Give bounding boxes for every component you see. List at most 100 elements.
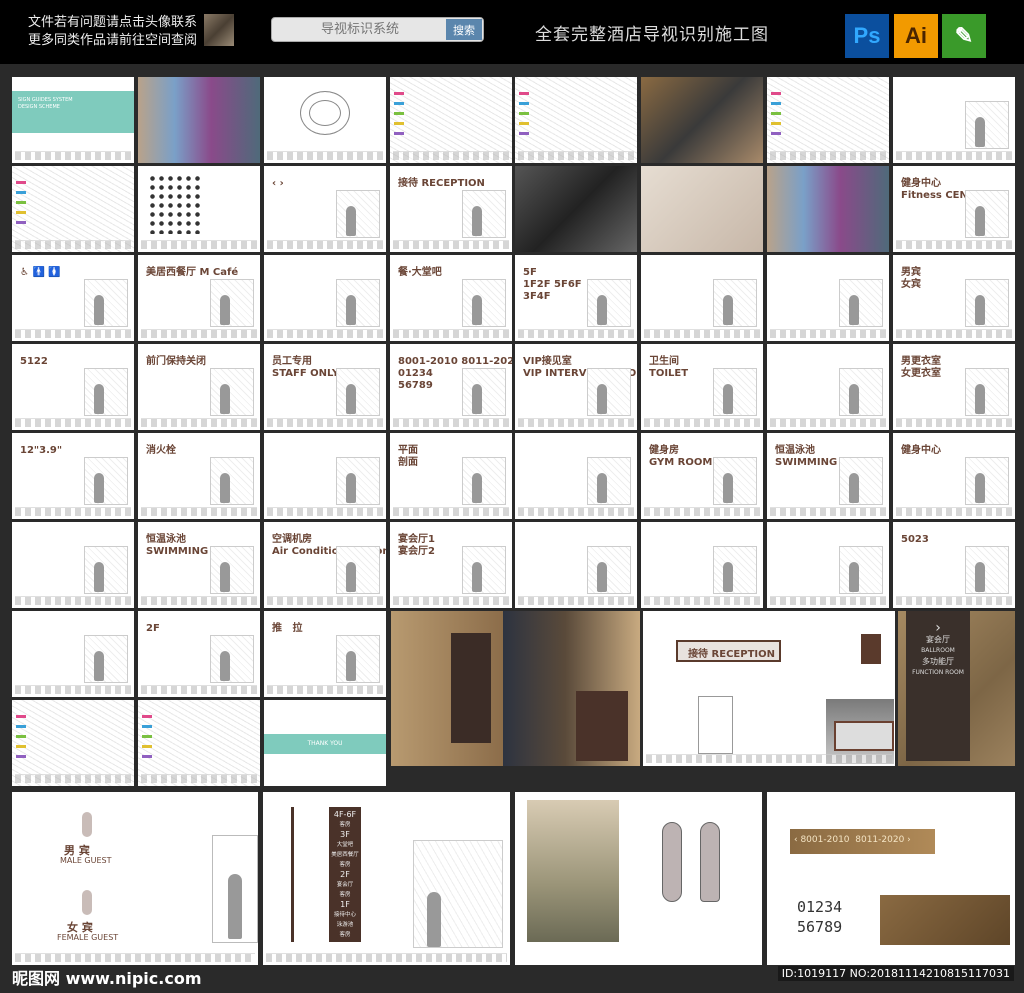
thumbnail-drawing[interactable] [893,77,1015,163]
title-block [267,418,383,427]
title-block [267,151,383,160]
thumbnail-drawing[interactable]: 健身房 GYM ROOM [641,433,763,519]
thumbnail-photo[interactable] [515,166,637,252]
thumbnail-plan[interactable] [138,700,260,786]
thumbnail-drawing[interactable]: 接待 RECEPTION [390,166,512,252]
thumbnail-photo[interactable] [138,77,260,163]
elevation-frame [462,190,506,238]
reception-drawing-panel[interactable]: 接待 RECEPTION [643,611,895,766]
thumbnail-plan[interactable] [12,166,134,252]
thumbnail-drawing[interactable]: 5F 1F2F 5F6F 3F4F [515,255,637,341]
author-avatar[interactable] [204,14,234,46]
search-input[interactable] [272,18,448,41]
thumbnail-drawing[interactable]: 5122 [12,344,134,430]
sign-label: 平面 剖面 [398,445,418,468]
thumbnail-drawing[interactable] [767,522,889,608]
thumbnail-drawing[interactable]: 男更衣室 女更衣室 [893,344,1015,430]
thumbnail-drawing[interactable]: 空调机房 Air Conditioner Room [264,522,386,608]
thumbnail-diagram[interactable] [264,77,386,163]
thumbnail-drawing[interactable] [264,255,386,341]
thumbnail-drawing[interactable]: 健身中心 Fitness CENTER [893,166,1015,252]
thumbnail-photo[interactable] [767,166,889,252]
thumbnail-drawing[interactable]: ♿ 🚹 🚺 [12,255,134,341]
thumbnail-drawing[interactable] [12,522,134,608]
elevation-frame [713,457,757,505]
thumbnail-drawing[interactable] [515,433,637,519]
thumbnail-drawing[interactable] [264,433,386,519]
sign-label: 2F [146,623,160,634]
thumbnail-drawing[interactable]: 宴会厅1 宴会厅2 [390,522,512,608]
thumbnail-drawing[interactable]: 男宾 女宾 [893,255,1015,341]
thumbnail-drawing[interactable] [12,611,134,697]
thumbnail-drawing[interactable]: 卫生间 TOILET [641,344,763,430]
thumbnail-drawing[interactable]: 恒温泳池 SWIMMING POOL [767,433,889,519]
thumbnail-drawing[interactable] [641,522,763,608]
thumbnail-drawing[interactable]: 前门保持关闭 [138,344,260,430]
thumbnail-plan[interactable] [767,77,889,163]
thumbnail-photo[interactable] [641,77,763,163]
sign-label: 5023 [901,534,929,545]
thumbnail-drawing[interactable]: 2F [138,611,260,697]
thumbnail-drawing[interactable]: 5023 [893,522,1015,608]
person-silhouette [220,384,230,414]
person-silhouette [597,295,607,325]
thumbnail-drawing[interactable]: 健身中心 [893,433,1015,519]
plan-legend-swatch [771,122,781,125]
directory-entry: 接待中心 [333,912,356,918]
thumbnail-drawing[interactable]: 推 拉 [264,611,386,697]
thumbnail-drawing[interactable]: 消火栓 [138,433,260,519]
thumbnail-drawing[interactable] [767,344,889,430]
person-silhouette [346,295,356,325]
thumbnail-drawing[interactable]: 12"3.9" [12,433,134,519]
female-pictogram-icon [700,822,720,902]
plan-legend-swatch [519,122,529,125]
signage-photo-panel[interactable] [391,611,640,766]
thumbnail-drawing[interactable]: 餐·大堂吧 [390,255,512,341]
elevation-frame [839,457,883,505]
search-button[interactable]: 搜索 [446,19,482,40]
flow-diagram [300,91,350,135]
thumbnail-thankyou[interactable]: THANK YOU [264,700,386,786]
elevation-frame [336,546,380,594]
ballroom-sign-photo[interactable]: › 宴会厅 BALLROOM 多功能厅 FUNCTION ROOM [898,611,1015,766]
thumbnail-drawing[interactable]: 美居西餐厅 M Café [138,255,260,341]
plan-legend-swatch [394,112,404,115]
directory-entry: 客房 [339,932,351,938]
thumbnail-drawing[interactable]: VIP接见室 VIP INTERVIEW ROOM [515,344,637,430]
title-block [141,507,257,516]
thumbnail-drawing[interactable]: 8001-2010 8011-2020 01234 56789 [390,344,512,430]
restroom-sign-drawing[interactable]: 男 宾 MALE GUEST 女 宾 FEMALE GUEST [12,792,258,965]
person-silhouette [94,562,104,592]
thumbnail-icons[interactable] [138,166,260,252]
thumbnail-drawing[interactable] [767,255,889,341]
thumbnail-drawing[interactable]: 员工专用 STAFF ONLY [264,344,386,430]
sign-label: 美居西餐厅 M Café [146,267,239,278]
person-silhouette [849,295,859,325]
title-block [15,774,131,783]
person-silhouette [849,473,859,503]
thumbnail-drawing[interactable]: 平面 剖面 [390,433,512,519]
directory-sign-drawing[interactable]: 4F-6F 客房 3F 大堂吧 美居西餐厅 客房 2F 宴会厅 客房 1F 接待中心 泳游池 客房 [263,792,510,965]
person-silhouette [94,384,104,414]
thumbnail-plan[interactable] [390,77,512,163]
thumbnail-drawing[interactable]: ‹ › [264,166,386,252]
pictogram-photo-panel[interactable] [515,792,762,965]
thumbnail-photo[interactable] [641,166,763,252]
title-block [518,418,634,427]
thumbnail-drawing[interactable] [641,255,763,341]
coreldraw-icon: ✎ [942,14,986,58]
title-block [15,418,131,427]
ballroom-en: BALLROOM [921,647,955,654]
thumbnail-plan[interactable] [515,77,637,163]
function-cn: 多功能厅 [922,657,954,666]
thumbnail-cover[interactable]: SIGN GUIDES SYSTEM DESIGN SCHEME [12,77,134,163]
page-title: 全套完整酒店导视识别施工图 [535,25,769,45]
thumbnail-drawing[interactable]: 恒温泳池 SWIMMING POOL [138,522,260,608]
person-silhouette [723,473,733,503]
nipic-logo[interactable]: 昵图网 www.nipic.com [12,965,202,989]
female-pictogram [82,890,92,915]
room-number-sign-panel[interactable]: ‹ 8001-2010 8011-2020 › 01234 56789 [767,792,1015,965]
thumbnail-drawing[interactable] [515,522,637,608]
thumbnail-plan[interactable] [12,700,134,786]
elevation-frame [965,546,1009,594]
